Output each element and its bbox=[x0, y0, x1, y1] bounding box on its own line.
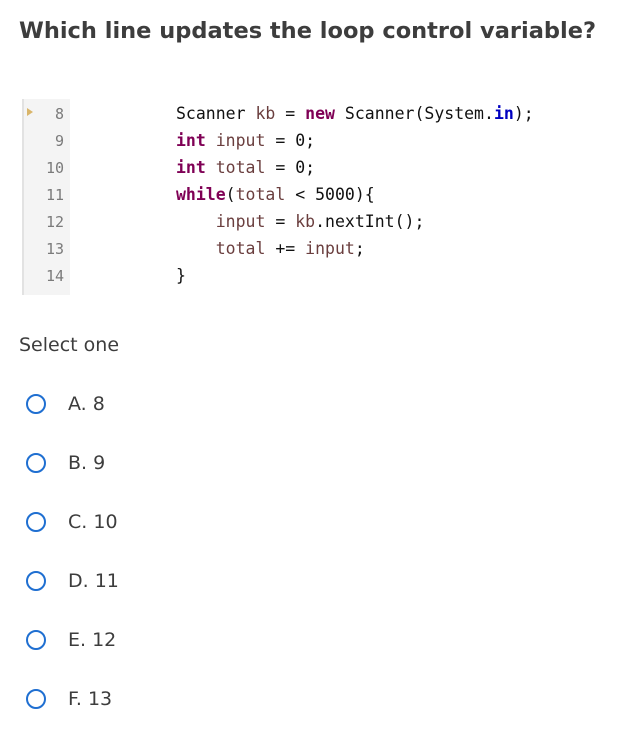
code-token: input bbox=[215, 131, 266, 150]
answer-option-label: F. 13 bbox=[68, 688, 112, 710]
code-token: += bbox=[265, 239, 306, 258]
code-token: .nextInt(); bbox=[315, 212, 425, 231]
code-token: kb bbox=[255, 104, 276, 123]
answer-option[interactable]: C. 10 bbox=[26, 507, 118, 537]
code-token: } bbox=[176, 266, 186, 285]
option-value: 11 bbox=[94, 570, 119, 592]
line-number: 10 bbox=[45, 159, 64, 177]
radio-button-icon[interactable] bbox=[26, 630, 46, 650]
code-line: Scanner kb = new Scanner(System.in); bbox=[176, 100, 534, 127]
option-letter: D. bbox=[68, 570, 89, 592]
line-number: 11 bbox=[45, 186, 64, 204]
answer-option-label: A. 8 bbox=[68, 393, 105, 415]
code-token: Scanner(System. bbox=[334, 104, 494, 123]
code-snippet: 8 9 10 11 12 13 14 Scanner kb = new Scan… bbox=[22, 99, 638, 295]
code-line: while(total < 5000){ bbox=[176, 181, 375, 208]
code-token: = 0; bbox=[265, 158, 316, 177]
select-one-label: Select one bbox=[19, 334, 120, 356]
radio-button-icon[interactable] bbox=[26, 689, 46, 709]
code-token: ); bbox=[513, 104, 534, 123]
code-line: } bbox=[176, 262, 186, 289]
code-token: int bbox=[176, 158, 206, 177]
override-marker-icon bbox=[27, 108, 33, 116]
option-value: 10 bbox=[93, 511, 118, 533]
radio-button-icon[interactable] bbox=[26, 394, 46, 414]
line-number-gutter: 8 9 10 11 12 13 14 bbox=[22, 99, 70, 295]
code-token: in bbox=[493, 104, 514, 123]
option-value: 9 bbox=[93, 452, 106, 474]
code-token: Scanner bbox=[176, 104, 256, 123]
option-letter: E. bbox=[68, 629, 87, 651]
code-token: < 5000){ bbox=[285, 185, 375, 204]
answer-option-label: E. 12 bbox=[68, 629, 116, 651]
line-number: 8 bbox=[54, 105, 64, 123]
line-number: 9 bbox=[54, 132, 64, 150]
code-token: total bbox=[215, 158, 266, 177]
code-token: ; bbox=[354, 239, 365, 258]
code-line: total += input; bbox=[176, 235, 365, 262]
code-line: input = kb.nextInt(); bbox=[176, 208, 425, 235]
answer-option-label: C. 10 bbox=[68, 511, 118, 533]
option-letter: B. bbox=[68, 452, 88, 474]
code-token: int bbox=[176, 131, 206, 150]
question-title: Which line updates the loop control vari… bbox=[19, 18, 597, 44]
answer-option[interactable]: B. 9 bbox=[26, 448, 105, 478]
code-token: total bbox=[215, 239, 266, 258]
option-letter: F. bbox=[68, 688, 82, 710]
code-line: int total = 0; bbox=[176, 154, 315, 181]
code-token: = bbox=[265, 212, 296, 231]
radio-button-icon[interactable] bbox=[26, 571, 46, 591]
option-letter: A. bbox=[68, 393, 87, 415]
option-value: 8 bbox=[92, 393, 105, 415]
code-token: new bbox=[305, 104, 335, 123]
radio-button-icon[interactable] bbox=[26, 512, 46, 532]
answer-option[interactable]: D. 11 bbox=[26, 566, 119, 596]
option-value: 13 bbox=[87, 688, 113, 710]
code-token: kb bbox=[295, 212, 316, 231]
option-letter: C. bbox=[68, 511, 88, 533]
code-token: = 0; bbox=[265, 131, 316, 150]
answer-option-label: B. 9 bbox=[68, 452, 105, 474]
radio-button-icon[interactable] bbox=[26, 453, 46, 473]
answer-option[interactable]: A. 8 bbox=[26, 389, 105, 419]
answer-option[interactable]: E. 12 bbox=[26, 625, 116, 655]
line-number: 12 bbox=[45, 213, 64, 231]
option-value: 12 bbox=[92, 629, 117, 651]
code-token: = bbox=[275, 104, 306, 123]
code-token: total bbox=[235, 185, 286, 204]
line-number: 13 bbox=[45, 240, 64, 258]
answer-option-label: D. 11 bbox=[68, 570, 119, 592]
answer-option[interactable]: F. 13 bbox=[26, 684, 112, 714]
line-number: 14 bbox=[45, 267, 64, 285]
code-token: input bbox=[305, 239, 355, 258]
code-line: int input = 0; bbox=[176, 127, 315, 154]
code-token: while bbox=[176, 185, 226, 204]
code-token: input bbox=[215, 212, 266, 231]
code-token: ( bbox=[225, 185, 236, 204]
